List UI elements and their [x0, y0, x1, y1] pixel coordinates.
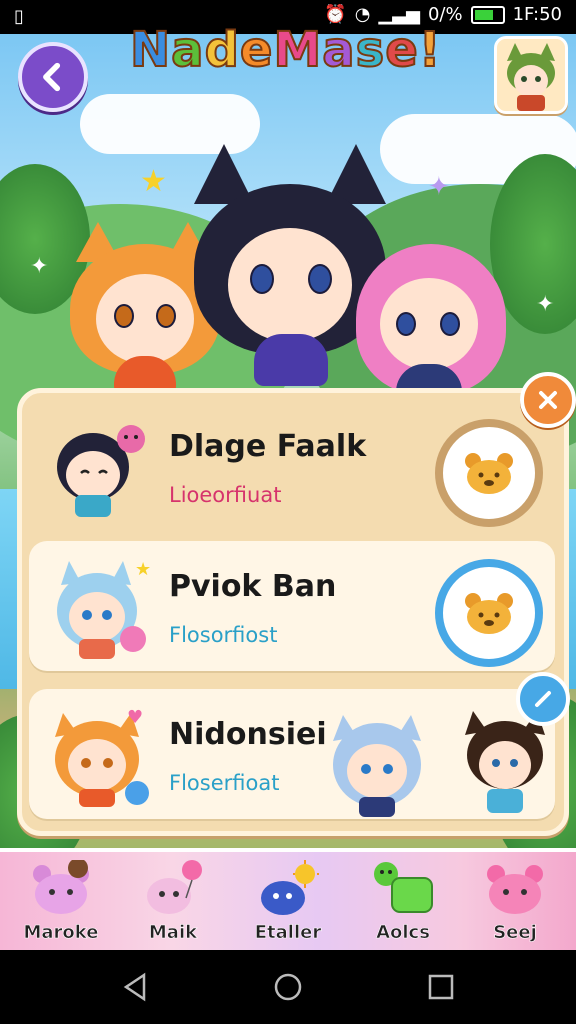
title-letter: N: [129, 21, 172, 79]
sparkle-icon: ✦: [536, 292, 555, 317]
bear-action-button[interactable]: [435, 559, 543, 667]
blue-cat-girl-sticker: [333, 715, 421, 817]
title-letter: M: [272, 21, 323, 79]
green-phone-icon: [374, 862, 433, 913]
title-letter: a: [321, 21, 356, 79]
friend-subtitle: Lioeorfiuat: [169, 483, 282, 507]
nav-item-aolcs[interactable]: Aolcs: [350, 852, 456, 954]
clock: 1F:50: [512, 4, 562, 25]
sparkle-icon: ✦: [30, 254, 49, 279]
square-recents-icon[interactable]: [428, 972, 454, 1002]
circle-home-icon[interactable]: [273, 972, 303, 1002]
sun-monster-icon: [261, 860, 319, 915]
nav-label: Aolcs: [376, 922, 430, 944]
friend-card[interactable]: ★ Pviok Ban Flosorfiost: [29, 541, 555, 671]
triangle-back-icon[interactable]: [122, 972, 148, 1002]
nav-item-seej[interactable]: Seej: [462, 852, 568, 954]
friend-card[interactable]: ♥ Nidonsiei Floserfioat: [29, 689, 555, 819]
nav-item-etaller[interactable]: Etaller: [235, 852, 341, 954]
profile-avatar-icon: [497, 39, 565, 111]
title-letter: !: [418, 21, 442, 79]
chevron-left-icon: [43, 62, 61, 92]
title-letter: a: [170, 21, 205, 79]
friend-name: Pviok Ban: [169, 569, 337, 604]
friend-avatar: ★: [47, 555, 153, 661]
svg-text:♥: ♥: [127, 707, 143, 728]
profile-avatar-button[interactable]: [494, 36, 568, 114]
friend-subtitle: Flosorfiost: [169, 623, 278, 647]
system-navigation-bar: [0, 950, 576, 1024]
sparkle-icon: ✦: [428, 172, 450, 202]
nav-item-maik[interactable]: Maik: [120, 852, 226, 954]
balloon-bunny-icon: [147, 860, 202, 914]
close-icon: [539, 391, 557, 409]
title-letter: e: [384, 21, 419, 79]
friend-subtitle: Floserfioat: [169, 771, 280, 795]
title-letter: d: [204, 21, 240, 79]
pink-bear-icon: [33, 860, 89, 914]
nav-item-maroke[interactable]: Maroke: [8, 852, 114, 954]
battery-icon: [470, 5, 505, 24]
pink-bear-icon: [487, 865, 543, 914]
nav-label: Etaller: [254, 922, 322, 944]
friend-name: Nidonsiei: [169, 717, 327, 752]
svg-text:★: ★: [135, 559, 151, 580]
pink-haired-girl: [356, 224, 506, 404]
bear-icon: [465, 453, 513, 494]
friend-name: Dlage Faalk: [169, 429, 367, 464]
friend-avatar: ♥: [47, 703, 153, 809]
friend-avatar: [47, 415, 153, 521]
bear-action-button[interactable]: [435, 419, 543, 527]
game-title: NadeMase!: [129, 21, 442, 79]
title-letter: s: [355, 21, 386, 79]
back-button[interactable]: [18, 42, 88, 112]
nav-label: Maik: [148, 922, 198, 944]
edit-button[interactable]: [516, 672, 570, 726]
nav-label: Maroke: [23, 922, 99, 944]
friend-list-panel: Dlage Faalk Lioeorfiuat ★ Pviok Ban Flos…: [17, 388, 569, 836]
friend-card[interactable]: Dlage Faalk Lioeorfiuat: [29, 401, 555, 531]
bottom-navigation: Maroke Maik Etaller Aolcs Seej: [0, 848, 576, 954]
close-button[interactable]: [520, 372, 576, 428]
nav-label: Seej: [493, 922, 537, 944]
title-letter: e: [239, 21, 274, 79]
star-icon: ★: [140, 164, 167, 199]
bear-icon: [465, 593, 513, 634]
sim-icon: ▯: [14, 6, 24, 27]
pencil-icon: [535, 691, 551, 707]
